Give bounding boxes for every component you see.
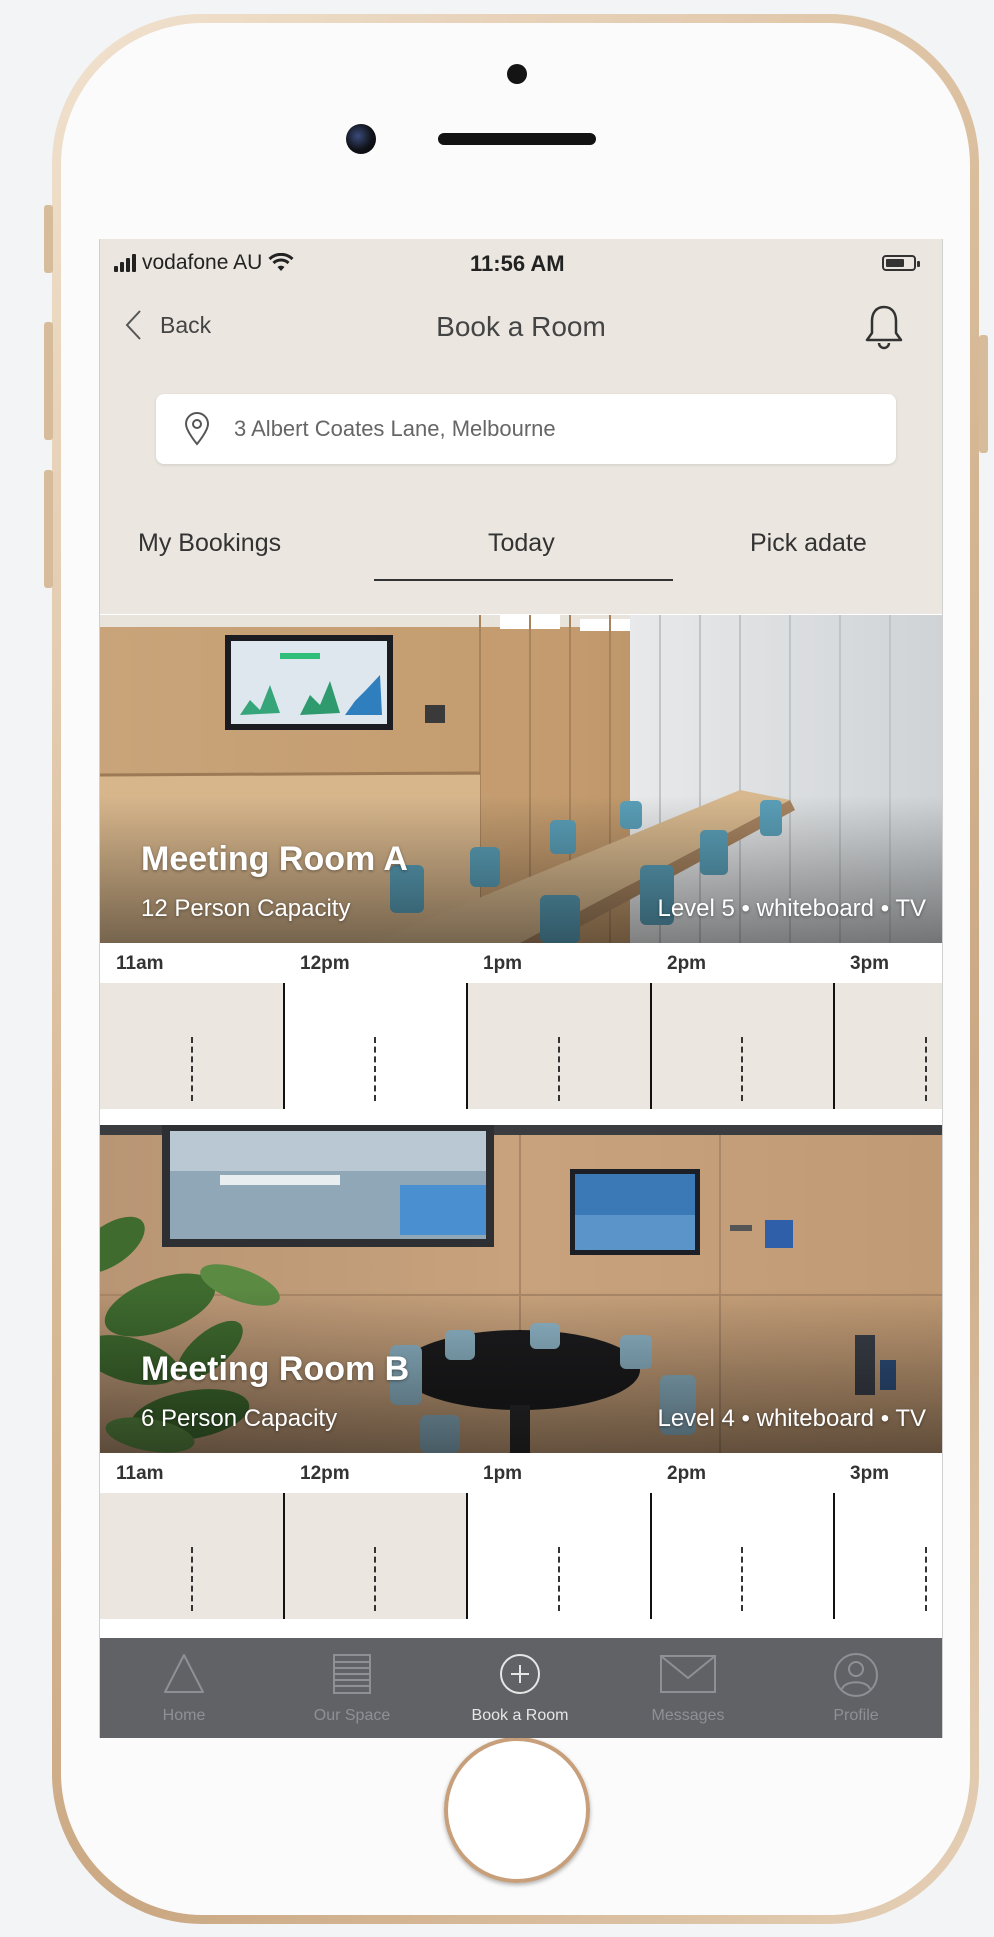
room-b-photo	[100, 1125, 942, 1453]
side-button-power	[979, 335, 988, 453]
page-title: Book a Room	[436, 311, 606, 342]
time-slot-booked[interactable]	[100, 983, 284, 1109]
time-slot-booked[interactable]	[283, 1493, 467, 1619]
room-card-b[interactable]: Meeting Room B 6 Person Capacity Level 4…	[100, 1125, 942, 1619]
tabbar-label: Our Space	[313, 1707, 391, 1724]
signal-icon	[114, 254, 136, 272]
room-a-timeline	[100, 983, 942, 1109]
hour-label: 11am	[116, 1463, 164, 1484]
half-hour-marker	[924, 1547, 927, 1611]
bottom-tab-bar: Home Our Space Book a Room Messages Prof…	[100, 1638, 942, 1738]
location-field[interactable]	[156, 394, 896, 464]
carrier-name: vodafone AU	[142, 251, 263, 274]
room-b-hours: 11am 12pm 1pm 2pm 3pm	[100, 1453, 942, 1493]
hour-label: 3pm	[850, 953, 890, 974]
tabbar-label: Book a Room	[471, 1707, 569, 1724]
tabbar-label: Home	[162, 1707, 206, 1724]
half-hour-marker	[557, 1037, 560, 1101]
side-button-volume-down	[44, 470, 53, 588]
tabbar-book-a-room[interactable]: Book a Room	[436, 1638, 604, 1738]
room-a-photo	[100, 615, 942, 943]
hour-label: 2pm	[667, 1463, 707, 1484]
location-pin-icon	[184, 412, 210, 446]
wifi-icon	[268, 253, 294, 271]
room-b-capacity: 6 Person Capacity	[141, 1405, 338, 1432]
time-slot-available[interactable]	[834, 1493, 942, 1619]
hour-label: 1pm	[483, 1463, 523, 1484]
time-slot-available[interactable]	[283, 983, 467, 1109]
hour-label: 11am	[116, 953, 164, 974]
bell-icon	[865, 305, 903, 350]
time-slot-available[interactable]	[467, 1493, 651, 1619]
location-input[interactable]	[232, 415, 836, 443]
triangle-home-icon	[164, 1654, 204, 1693]
hour-label: 12pm	[300, 953, 350, 974]
room-a-hours: 11am 12pm 1pm 2pm 3pm	[100, 943, 942, 983]
hour-label: 3pm	[850, 1463, 890, 1484]
hour-label: 12pm	[300, 1463, 350, 1484]
tabbar-messages[interactable]: Messages	[604, 1638, 772, 1738]
room-a-meta: Level 5 • whiteboard • TV	[657, 895, 926, 922]
side-button-volume-up	[44, 322, 53, 440]
room-a-capacity: 12 Person Capacity	[141, 895, 351, 922]
tabbar-home[interactable]: Home	[100, 1638, 268, 1738]
half-hour-marker	[374, 1037, 377, 1101]
half-hour-marker	[924, 1037, 927, 1101]
room-a-name: Meeting Room A	[141, 840, 408, 878]
tab-pick-a-date[interactable]: Pick adate	[750, 529, 867, 558]
proximity-sensor	[507, 64, 527, 84]
hour-divider	[833, 983, 835, 1109]
hour-divider	[649, 1493, 652, 1619]
plus-circle-icon	[500, 1654, 540, 1694]
earpiece-speaker	[438, 133, 596, 145]
tabbar-profile[interactable]: Profile	[772, 1638, 940, 1738]
side-button-silent	[44, 205, 53, 273]
time-slot-available[interactable]	[650, 1493, 834, 1619]
status-time: 11:56 AM	[470, 251, 565, 276]
hour-divider	[282, 983, 285, 1109]
tabbar-label: Profile	[833, 1707, 879, 1724]
time-slot-booked[interactable]	[467, 983, 651, 1109]
half-hour-marker	[741, 1037, 744, 1101]
hour-divider	[466, 983, 468, 1109]
tabbar-our-space[interactable]: Our Space	[268, 1638, 436, 1738]
battery-icon	[882, 255, 920, 271]
time-slot-booked[interactable]	[650, 983, 834, 1109]
half-hour-marker	[190, 1037, 193, 1101]
half-hour-marker	[557, 1547, 560, 1611]
app-screen: vodafone AU 11:56 AM Back Book a Room 3 …	[99, 239, 943, 1738]
user-circle-icon	[834, 1653, 878, 1697]
hour-label: 1pm	[483, 953, 523, 974]
tab-today[interactable]: Today	[488, 529, 555, 558]
nav-bar: Back Book a Room	[100, 299, 942, 369]
carrier: vodafone AU	[114, 251, 294, 275]
front-camera	[346, 124, 376, 154]
room-card-a[interactable]: Meeting Room A 12 Person Capacity Level …	[100, 615, 942, 1109]
half-hour-marker	[741, 1547, 744, 1611]
hour-divider	[833, 1493, 835, 1619]
status-bar: vodafone AU 11:56 AM	[100, 239, 942, 279]
time-slot-booked[interactable]	[834, 983, 942, 1109]
tabbar-label: Messages	[651, 1707, 725, 1724]
hour-divider	[649, 983, 652, 1109]
hour-divider	[282, 1493, 285, 1619]
home-button[interactable]	[444, 1737, 590, 1883]
half-hour-marker	[190, 1547, 193, 1611]
envelope-icon	[660, 1655, 716, 1693]
room-b-timeline	[100, 1493, 942, 1619]
room-b-meta: Level 4 • whiteboard • TV	[657, 1405, 926, 1432]
grid-lines-icon	[333, 1654, 371, 1694]
notifications-button[interactable]	[862, 303, 906, 356]
active-tab-indicator	[374, 579, 673, 581]
hour-label: 2pm	[667, 953, 707, 974]
tab-my-bookings[interactable]: My Bookings	[138, 529, 281, 558]
room-b-name: Meeting Room B	[141, 1350, 410, 1388]
half-hour-marker	[374, 1547, 377, 1611]
time-slot-booked[interactable]	[100, 1493, 284, 1619]
hour-divider	[466, 1493, 468, 1619]
